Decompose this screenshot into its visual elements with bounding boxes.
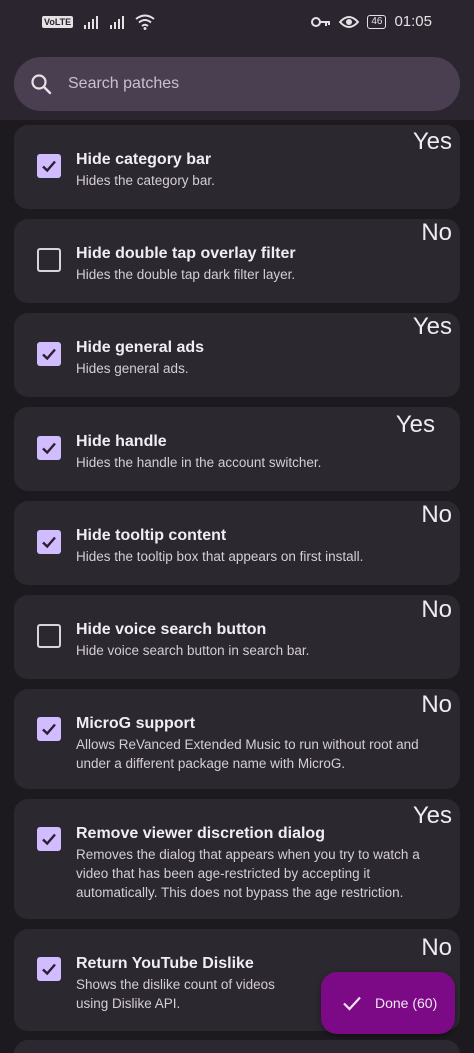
check-icon <box>42 833 56 846</box>
patch-title: Return YouTube Dislike <box>76 955 254 972</box>
patch-checkbox[interactable] <box>37 154 61 178</box>
patch-annotation: Yes <box>412 313 452 340</box>
status-bar: VoLTE 46 01:05 <box>0 0 474 46</box>
patch-checkbox[interactable] <box>37 624 61 648</box>
patch-card[interactable]: Hide general ads Hides general ads. Yes <box>14 313 460 397</box>
patch-checkbox[interactable] <box>37 717 61 741</box>
top-bar: VoLTE 46 01:05 Search patches <box>0 0 474 120</box>
patch-list[interactable]: Hide category bar Hides the category bar… <box>0 120 474 1053</box>
patch-card[interactable]: MicroG support Allows ReVanced Extended … <box>14 689 460 789</box>
key-icon <box>311 16 331 27</box>
patch-checkbox[interactable] <box>37 827 61 851</box>
patch-title: Hide double tap overlay filter <box>76 245 296 262</box>
patch-checkbox[interactable] <box>37 957 61 981</box>
patch-annotation: No <box>421 219 452 246</box>
patch-annotation: No <box>421 934 452 961</box>
patch-annotation: No <box>421 501 452 528</box>
volte-badge: VoLTE <box>42 16 74 28</box>
patch-description: Hide voice search button in search bar. <box>76 643 310 658</box>
check-icon <box>42 160 56 173</box>
search-placeholder: Search patches <box>68 75 180 92</box>
patch-annotation: Yes <box>412 128 452 155</box>
done-button-label: Done (60) <box>375 995 438 1011</box>
check-icon <box>42 536 56 549</box>
patch-annotation: Yes <box>412 802 452 829</box>
patch-annotation: Yes <box>395 411 435 438</box>
check-icon <box>42 963 56 976</box>
eye-icon <box>339 15 360 28</box>
check-icon <box>42 442 56 455</box>
search-icon <box>31 74 52 95</box>
check-icon <box>42 723 56 736</box>
patch-title: Remove viewer discretion dialog <box>76 825 325 842</box>
patch-title: Hide tooltip content <box>76 527 227 544</box>
patch-card[interactable]: Hide voice search button Hide voice sear… <box>14 595 460 679</box>
patch-title: Hide voice search button <box>76 621 267 638</box>
patch-description: Hides the tooltip box that appears on fi… <box>76 549 364 564</box>
patch-checkbox[interactable] <box>37 342 61 366</box>
patch-title: Hide general ads <box>76 339 205 356</box>
patch-card[interactable] <box>14 1040 460 1053</box>
patch-card[interactable]: Hide tooltip content Hides the tooltip b… <box>14 501 460 585</box>
clock: 01:05 <box>394 13 432 30</box>
check-icon <box>42 348 56 361</box>
patch-card[interactable]: Remove viewer discretion dialog Removes … <box>14 799 460 919</box>
signal-icon <box>84 16 99 29</box>
patch-title: Hide handle <box>76 433 167 450</box>
battery-indicator: 46 <box>367 14 387 29</box>
patch-title: Hide category bar <box>76 151 212 168</box>
patch-description: Removes the dialog that appears when you… <box>76 847 420 900</box>
patch-description: Hides the category bar. <box>76 173 215 188</box>
patch-description: Allows ReVanced Extended Music to run wi… <box>76 737 419 771</box>
patch-description: Hides general ads. <box>76 361 189 376</box>
patch-description: Hides the double tap dark filter layer. <box>76 267 296 282</box>
patch-annotation: No <box>421 691 452 718</box>
patch-title: MicroG support <box>76 715 196 732</box>
patch-card[interactable]: Hide category bar Hides the category bar… <box>14 125 460 209</box>
patch-checkbox[interactable] <box>37 436 61 460</box>
wifi-icon <box>135 14 155 30</box>
patch-checkbox[interactable] <box>37 530 61 554</box>
done-button[interactable]: Done (60) <box>321 972 455 1034</box>
search-bar[interactable]: Search patches <box>14 57 460 111</box>
patch-description: Hides the handle in the account switcher… <box>76 455 322 470</box>
patch-card[interactable]: Hide handle Hides the handle in the acco… <box>14 407 460 491</box>
check-icon <box>343 996 361 1011</box>
patch-annotation: No <box>421 596 452 623</box>
patch-checkbox[interactable] <box>37 248 61 272</box>
patch-description: Shows the dislike count of videos using … <box>76 977 275 1011</box>
patch-card[interactable]: Hide double tap overlay filter Hides the… <box>14 219 460 303</box>
signal-icon <box>110 16 125 29</box>
